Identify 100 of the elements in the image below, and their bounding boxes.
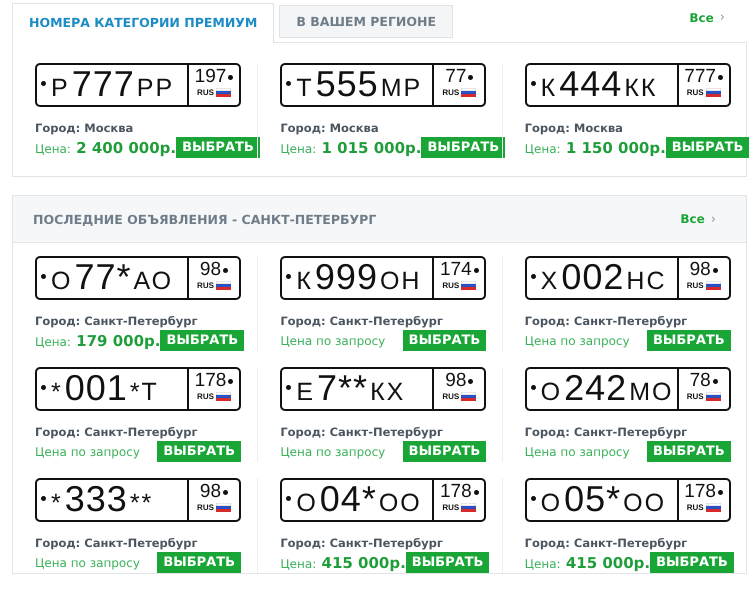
select-button[interactable]: ВЫБРАТЬ [176,137,260,158]
section-title: ПОСЛЕДНИЕ ОБЪЯВЛЕНИЯ - САНКТ-ПЕТЕРБУРГ [33,212,376,226]
price-text: Цена по запросу [524,334,630,348]
plate-bolt-icon [474,268,479,272]
plate-region: 178 [194,371,226,391]
country-code: RUS [197,503,214,512]
tab[interactable]: НОМЕРА КАТЕГОРИИ ПРЕМИУМ [12,3,274,43]
plate-bolt-icon [468,74,474,80]
plate-region: 178 [440,482,472,502]
plate-letter: Р [51,76,70,101]
all-link[interactable]: Все [680,212,705,226]
select-button[interactable]: ВЫБРАТЬ [157,441,241,462]
plate-bolt-icon [41,80,46,86]
plate-letters: НС [626,269,667,294]
plate-region: 98 [200,482,222,502]
plate-number: 04* [320,482,377,516]
country-code: RUS [197,281,214,290]
plate-letters: ОО [623,491,666,516]
country-code: RUS [686,281,704,290]
country-code: RUS [442,503,460,512]
all-link[interactable]: Все [689,10,714,24]
flag-icon [216,88,231,97]
price-text: Цена по запросу [35,556,140,570]
price-text: Цена: 1 150 000р. [524,138,666,156]
select-button[interactable]: ВЫБРАТЬ [157,552,241,573]
plate-bolt-icon [228,74,234,80]
plate-bolt-icon [41,384,46,390]
price-text: Цена по запросу [35,444,140,458]
price-text: Цена: 415 000р. [524,554,650,572]
plate-bolt-icon [223,490,228,494]
flag-icon [461,281,476,290]
plate-letters: МР [380,76,422,101]
city-label: Город: Санкт-Петербург [524,314,688,328]
city-label: Город: Санкт-Петербург [280,314,444,328]
select-button[interactable]: ВЫБРАТЬ [650,552,734,573]
plate-bolt-icon [712,378,718,384]
plate-letters: МО [629,380,674,405]
plate-region: 174 [440,260,472,280]
plate-letter: * [51,380,63,405]
price-text: Цена по запросу [280,444,386,458]
plate-region: 98 [690,260,711,280]
plate-number: 777 [72,67,135,101]
plate-letter: К [540,76,558,101]
price-text: Цена: 1 015 000р. [280,138,422,156]
plate-number: 7** [317,371,368,405]
price-text: Цена по запросу [524,444,630,458]
plate-bolt-icon [286,496,292,500]
flag-icon [216,281,231,290]
plate-letters: ОН [380,269,422,294]
select-button[interactable]: ВЫБРАТЬ [666,137,750,158]
plate-letters: АО [134,269,174,294]
select-button[interactable]: ВЫБРАТЬ [402,441,486,462]
tab[interactable]: В ВАШЕМ РЕГИОНЕ [279,5,453,38]
plate-number: 77* [74,260,132,294]
city-label: Город: Санкт-Петербург [35,425,199,439]
city-label: Город: Москва [524,121,624,135]
select-button[interactable]: ВЫБРАТЬ [406,552,490,573]
plate-number: 002 [561,260,624,294]
plate-letters: *Т [130,380,159,405]
plate-letter: Т [296,76,314,101]
plate-region: 77 [445,67,466,87]
plate-letter: О [540,380,562,405]
select-button[interactable]: ВЫБРАТЬ [160,330,244,351]
select-button[interactable]: ВЫБРАТЬ [647,330,731,351]
plate-letters: КХ [370,380,406,405]
plate-number: 001 [64,371,128,405]
plate-bolt-icon [530,496,536,500]
plate-bolt-icon [718,490,723,494]
plate-letter: * [51,491,63,516]
country-code: RUS [686,392,704,401]
city-label: Город: Санкт-Петербург [524,536,688,550]
price-text: Цена: 179 000р. [35,332,160,350]
city-label: Город: Санкт-Петербург [280,425,444,439]
flag-icon [706,88,721,97]
price-text: Цена по запросу [280,334,386,348]
plate-bolt-icon [286,384,292,390]
plate-bolt-icon [41,274,46,278]
select-button[interactable]: ВЫБРАТЬ [647,441,731,462]
plate-letter: О [540,491,562,516]
select-button[interactable]: ВЫБРАТЬ [402,330,486,351]
city-label: Город: Санкт-Петербург [524,425,688,439]
plate-bolt-icon [286,274,292,278]
flag-icon [216,392,231,401]
plate-letter: К [296,269,313,294]
plate-letter: О [296,491,318,516]
plate-letter: Х [540,269,560,294]
plate-bolt-icon [223,268,228,272]
flag-icon [461,503,476,512]
plate-bolt-icon [530,80,536,86]
plate-bolt-icon [228,378,234,384]
flag-icon [706,281,721,290]
plate-bolt-icon [718,74,723,80]
price-text: Цена: 415 000р. [280,554,406,572]
city-label: Город: Санкт-Петербург [35,314,199,328]
city-label: Город: Санкт-Петербург [35,536,199,550]
select-button[interactable]: ВЫБРАТЬ [421,137,506,158]
flag-icon [461,392,476,401]
plate-region: 98 [445,371,466,391]
plate-bolt-icon [712,268,718,272]
flag-icon [216,503,231,512]
